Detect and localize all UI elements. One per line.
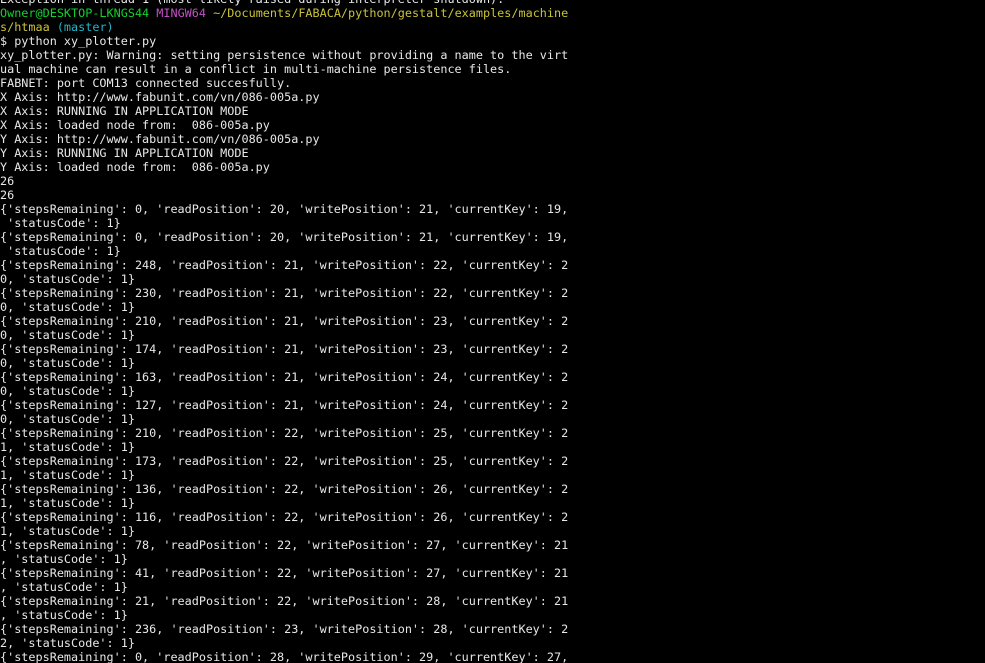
terminal-text-segment: {'stepsRemaining': 236, 'readPosition': … (0, 622, 569, 636)
terminal-line: 26 (0, 188, 985, 202)
terminal-text-segment: {'stepsRemaining': 163, 'readPosition': … (0, 370, 569, 384)
terminal-line: Y Axis: loaded node from: 086-005a.py (0, 160, 985, 174)
terminal-text-segment: 0, 'statusCode': 1} (0, 328, 135, 342)
terminal-line: {'stepsRemaining': 0, 'readPosition': 20… (0, 230, 985, 244)
terminal-text-segment: 1, 'statusCode': 1} (0, 524, 135, 538)
terminal-text-segment: 0, 'statusCode': 1} (0, 356, 135, 370)
terminal-text-segment: ual machine can result in a conflict in … (0, 62, 512, 76)
terminal-line: {'stepsRemaining': 78, 'readPosition': 2… (0, 538, 985, 552)
terminal-line: {'stepsRemaining': 236, 'readPosition': … (0, 622, 985, 636)
terminal-line: 0, 'statusCode': 1} (0, 328, 985, 342)
terminal-text-segment: {'stepsRemaining': 127, 'readPosition': … (0, 398, 569, 412)
terminal-text-segment: Owner@DESKTOP-LKNGS44 (0, 6, 150, 20)
terminal-line: {'stepsRemaining': 210, 'readPosition': … (0, 314, 985, 328)
terminal-text-segment: Y Axis: RUNNING IN APPLICATION MODE (0, 146, 249, 160)
terminal-text-segment: 0, 'statusCode': 1} (0, 412, 135, 426)
terminal-line: 'statusCode': 1} (0, 244, 985, 258)
terminal-text-segment: {'stepsRemaining': 173, 'readPosition': … (0, 454, 569, 468)
terminal-line: 0, 'statusCode': 1} (0, 300, 985, 314)
terminal-text-segment: {'stepsRemaining': 0, 'readPosition': 20… (0, 202, 569, 216)
terminal-line: ual machine can result in a conflict in … (0, 62, 985, 76)
terminal-line: 1, 'statusCode': 1} (0, 468, 985, 482)
terminal-text-segment: xy_plotter.py: Warning: setting persiste… (0, 48, 569, 62)
terminal-text-segment: {'stepsRemaining': 210, 'readPosition': … (0, 314, 569, 328)
terminal-text-segment: 'statusCode': 1} (0, 216, 121, 230)
terminal-text-segment: 2, 'statusCode': 1} (0, 636, 135, 650)
terminal-line: X Axis: loaded node from: 086-005a.py (0, 118, 985, 132)
terminal-line: {'stepsRemaining': 230, 'readPosition': … (0, 286, 985, 300)
terminal-text-segment: 0, 'statusCode': 1} (0, 300, 135, 314)
terminal-line: {'stepsRemaining': 174, 'readPosition': … (0, 342, 985, 356)
terminal-line: X Axis: RUNNING IN APPLICATION MODE (0, 104, 985, 118)
terminal-text-segment: {'stepsRemaining': 248, 'readPosition': … (0, 258, 569, 272)
terminal-text-segment: {'stepsRemaining': 230, 'readPosition': … (0, 286, 569, 300)
terminal-line: , 'statusCode': 1} (0, 580, 985, 594)
terminal-text-segment: {'stepsRemaining': 21, 'readPosition': 2… (0, 594, 569, 608)
terminal-text-segment: 0, 'statusCode': 1} (0, 384, 135, 398)
terminal-text-segment: MINGW64 (156, 6, 206, 20)
terminal-line: 0, 'statusCode': 1} (0, 412, 985, 426)
terminal-text-segment: {'stepsRemaining': 174, 'readPosition': … (0, 342, 569, 356)
terminal-text-segment: X Axis: loaded node from: 086-005a.py (0, 118, 270, 132)
terminal-text-segment: {'stepsRemaining': 0, 'readPosition': 20… (0, 230, 569, 244)
terminal-text-segment: {'stepsRemaining': 136, 'readPosition': … (0, 482, 569, 496)
terminal-line: 1, 'statusCode': 1} (0, 524, 985, 538)
terminal-line: 0, 'statusCode': 1} (0, 384, 985, 398)
terminal-line: {'stepsRemaining': 21, 'readPosition': 2… (0, 594, 985, 608)
terminal-text-segment: $ python xy_plotter.py (0, 34, 157, 48)
terminal-text-segment: 0, 'statusCode': 1} (0, 272, 135, 286)
terminal-text-segment: ~/Documents/FABACA/python/gestalt/exampl… (213, 6, 569, 20)
terminal-line: 1, 'statusCode': 1} (0, 440, 985, 454)
terminal-line: {'stepsRemaining': 136, 'readPosition': … (0, 482, 985, 496)
terminal-line: {'stepsRemaining': 41, 'readPosition': 2… (0, 566, 985, 580)
terminal-text-segment: s/htmaa (0, 20, 50, 34)
terminal-text-segment: Y Axis: loaded node from: 086-005a.py (0, 160, 270, 174)
terminal-line: {'stepsRemaining': 0, 'readPosition': 20… (0, 202, 985, 216)
terminal-text-segment: , 'statusCode': 1} (0, 552, 128, 566)
terminal-line: {'stepsRemaining': 0, 'readPosition': 28… (0, 650, 985, 663)
terminal-text-segment: {'stepsRemaining': 210, 'readPosition': … (0, 426, 569, 440)
terminal-line: FABNET: port COM13 connected succesfully… (0, 76, 985, 90)
terminal-line: {'stepsRemaining': 248, 'readPosition': … (0, 258, 985, 272)
terminal-line: Y Axis: http://www.fabunit.com/vn/086-00… (0, 132, 985, 146)
terminal-text-segment: FABNET: port COM13 connected succesfully… (0, 76, 292, 90)
terminal-line: 0, 'statusCode': 1} (0, 272, 985, 286)
terminal-output[interactable]: Exception in thread 1 (most likely raise… (0, 0, 985, 663)
terminal-line: 26 (0, 174, 985, 188)
terminal-line: xy_plotter.py: Warning: setting persiste… (0, 48, 985, 62)
terminal-text-segment: (master) (56, 20, 114, 34)
terminal-line: {'stepsRemaining': 173, 'readPosition': … (0, 454, 985, 468)
terminal-line: , 'statusCode': 1} (0, 552, 985, 566)
terminal-line: {'stepsRemaining': 163, 'readPosition': … (0, 370, 985, 384)
terminal-text-segment: 26 (0, 174, 15, 188)
terminal-text-segment: 1, 'statusCode': 1} (0, 496, 135, 510)
terminal-text-segment: 1, 'statusCode': 1} (0, 440, 135, 454)
terminal-text-segment: 'statusCode': 1} (0, 244, 121, 258)
terminal-text-segment: {'stepsRemaining': 78, 'readPosition': 2… (0, 538, 569, 552)
terminal-text-segment: 1, 'statusCode': 1} (0, 468, 135, 482)
terminal-line: 1, 'statusCode': 1} (0, 496, 985, 510)
terminal-line: 0, 'statusCode': 1} (0, 356, 985, 370)
terminal-text-segment: X Axis: http://www.fabunit.com/vn/086-00… (0, 90, 320, 104)
terminal-line: $ python xy_plotter.py (0, 34, 985, 48)
terminal-text-segment: Y Axis: http://www.fabunit.com/vn/086-00… (0, 132, 320, 146)
terminal-line: 2, 'statusCode': 1} (0, 636, 985, 650)
terminal-line: {'stepsRemaining': 127, 'readPosition': … (0, 398, 985, 412)
terminal-line: , 'statusCode': 1} (0, 608, 985, 622)
terminal-text-segment: , 'statusCode': 1} (0, 580, 128, 594)
terminal-text-segment: , 'statusCode': 1} (0, 608, 128, 622)
terminal-line: {'stepsRemaining': 210, 'readPosition': … (0, 426, 985, 440)
terminal-text-segment: {'stepsRemaining': 116, 'readPosition': … (0, 510, 569, 524)
terminal-text-segment: 26 (0, 188, 15, 202)
terminal-line: 'statusCode': 1} (0, 216, 985, 230)
terminal-text-segment: {'stepsRemaining': 0, 'readPosition': 28… (0, 650, 569, 663)
terminal-line: s/htmaa (master) (0, 20, 985, 34)
terminal-line: Y Axis: RUNNING IN APPLICATION MODE (0, 146, 985, 160)
terminal-line: Owner@DESKTOP-LKNGS44 MINGW64 ~/Document… (0, 6, 985, 20)
terminal-text-segment: {'stepsRemaining': 41, 'readPosition': 2… (0, 566, 569, 580)
terminal-text-segment: X Axis: RUNNING IN APPLICATION MODE (0, 104, 249, 118)
terminal-line: X Axis: http://www.fabunit.com/vn/086-00… (0, 90, 985, 104)
terminal-line: {'stepsRemaining': 116, 'readPosition': … (0, 510, 985, 524)
